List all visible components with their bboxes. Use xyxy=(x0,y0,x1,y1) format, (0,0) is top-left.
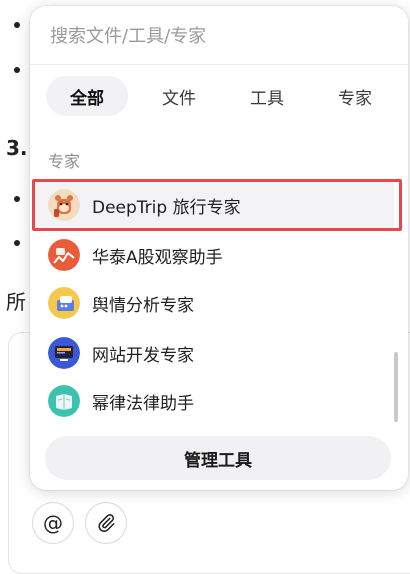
attach-button[interactable] xyxy=(85,502,127,544)
expert-name: 华泰A股观察助手 xyxy=(92,247,223,268)
tab-all[interactable]: 全部 xyxy=(46,76,128,116)
bullet xyxy=(14,196,20,202)
search-input[interactable] xyxy=(50,18,380,54)
bullet xyxy=(14,240,20,246)
tab-files[interactable]: 文件 xyxy=(138,76,220,116)
manage-tools-label: 管理工具 xyxy=(184,450,252,471)
scrollbar[interactable] xyxy=(394,352,398,422)
expert-name: 舆情分析专家 xyxy=(92,295,194,316)
bullet xyxy=(14,22,20,28)
at-icon: @ xyxy=(43,511,63,535)
expert-name: 幂律法律助手 xyxy=(92,393,194,414)
tab-label: 工具 xyxy=(250,88,284,109)
expert-item-law[interactable]: 幂律法律助手 xyxy=(34,377,394,425)
mention-popup: 全部 文件 工具 专家 专家 DeepTrip 旅行专家 xyxy=(30,6,408,490)
bullet xyxy=(14,67,20,73)
tab-label: 专家 xyxy=(338,88,372,109)
divider xyxy=(30,64,408,65)
expert-item-huatai[interactable]: 华泰A股观察助手 xyxy=(34,231,394,279)
expert-item-web-dev[interactable]: 网站开发专家 xyxy=(34,329,394,377)
monitor-code-icon xyxy=(48,337,80,369)
tab-label: 文件 xyxy=(162,88,196,109)
tab-tools[interactable]: 工具 xyxy=(226,76,308,116)
tab-experts[interactable]: 专家 xyxy=(314,76,396,116)
section-label-experts: 专家 xyxy=(48,152,81,171)
stock-chart-icon xyxy=(48,239,80,271)
expert-item-deeptrip[interactable]: DeepTrip 旅行专家 xyxy=(34,181,394,229)
mention-button[interactable]: @ xyxy=(32,502,74,544)
public-opinion-icon xyxy=(48,287,80,319)
tab-label: 全部 xyxy=(70,88,104,109)
law-book-icon xyxy=(48,385,80,417)
expert-name: DeepTrip 旅行专家 xyxy=(92,197,241,218)
paperclip-icon xyxy=(98,514,115,532)
expert-name: 网站开发专家 xyxy=(92,345,194,366)
expert-item-public-opinion[interactable]: 舆情分析专家 xyxy=(34,279,394,327)
manage-tools-button[interactable]: 管理工具 xyxy=(45,436,391,480)
deeptrip-bear-icon xyxy=(48,189,80,221)
paragraph-fragment: 所 xyxy=(6,290,26,314)
section-heading-fragment: 3. xyxy=(6,136,28,160)
